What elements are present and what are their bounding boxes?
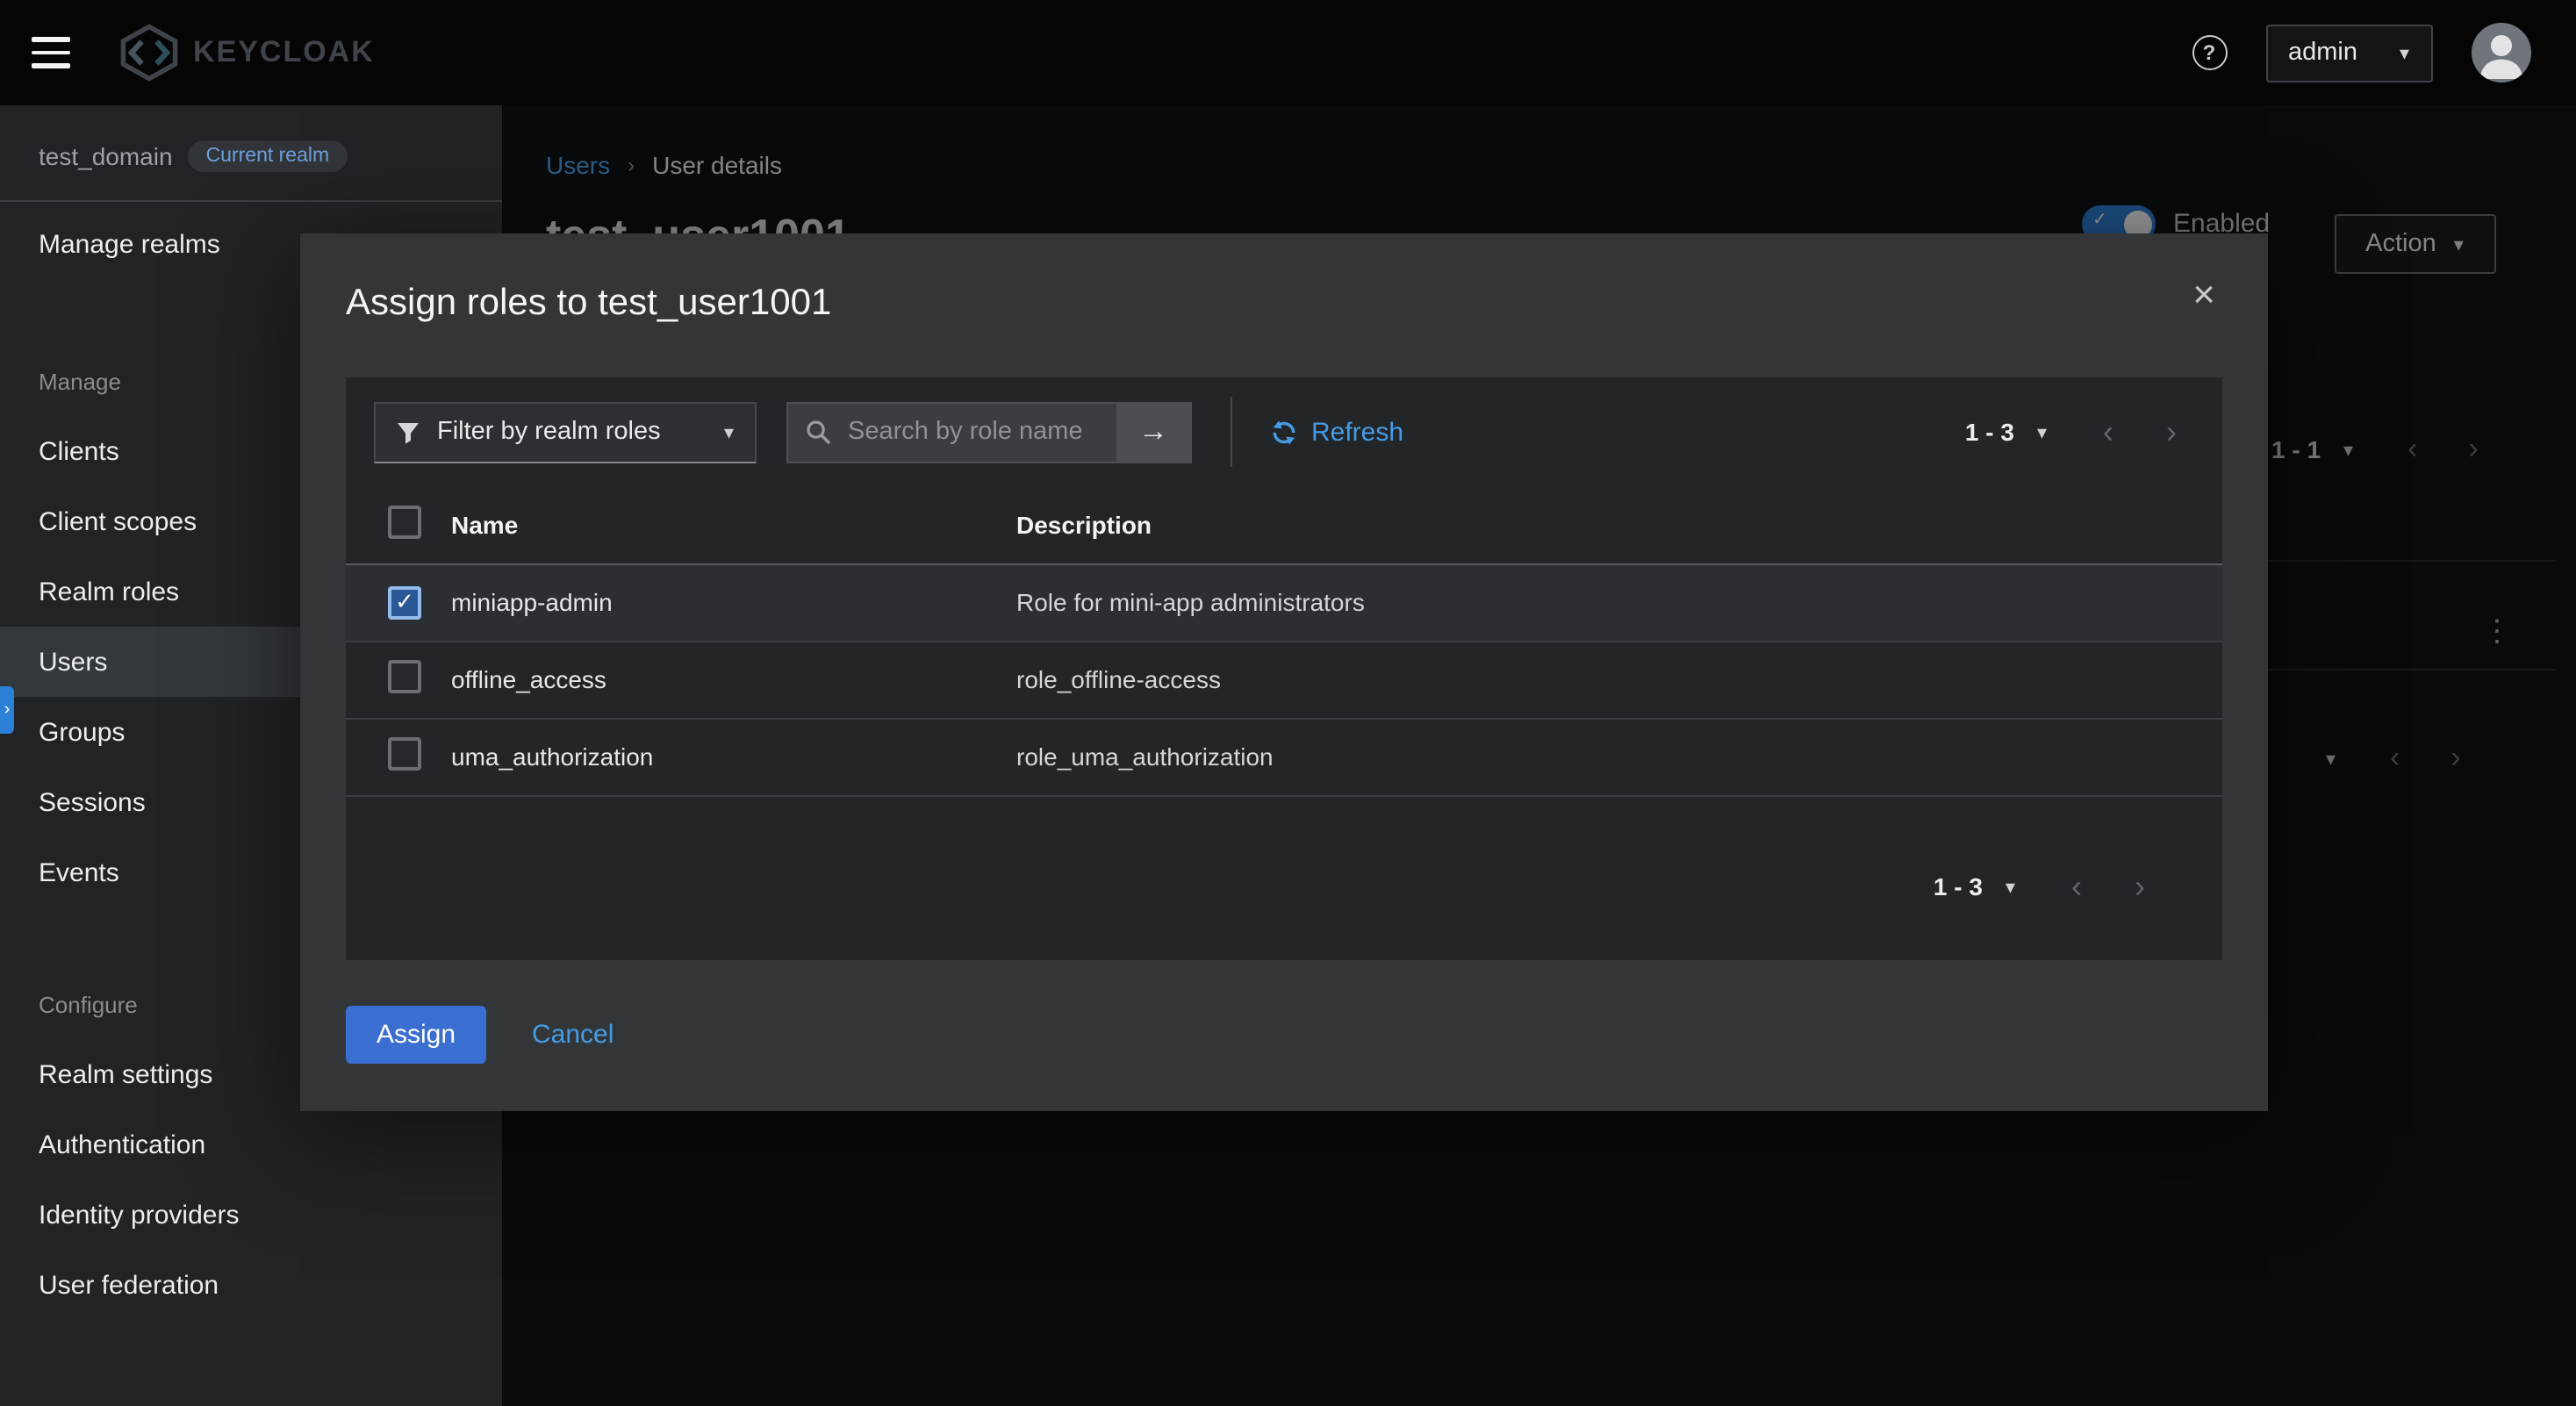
role-checkbox[interactable]: ✓	[388, 585, 421, 619]
chevron-left-icon: ‹	[2103, 413, 2113, 448]
role-description: Role for mini-app administrators	[1016, 563, 2222, 641]
header-left: KEYCLOAK	[32, 23, 375, 82]
modal-footer: Assign Cancel	[346, 1006, 2222, 1064]
chevron-down-icon: ▾	[2006, 877, 2015, 898]
filter-icon	[397, 420, 420, 443]
chevron-right-icon: ›	[2135, 868, 2145, 903]
roles-panel: Filter by realm roles ▾ →	[346, 377, 2222, 960]
modal-title: Assign roles to test_user1001	[300, 233, 2268, 325]
refresh-label: Refresh	[1311, 417, 1403, 447]
search-input[interactable]	[830, 403, 1116, 461]
keycloak-logo-icon	[116, 23, 183, 82]
pagination-menu-toggle[interactable]: ▾	[2006, 875, 2015, 898]
roles-table-body: ✓ miniapp-admin Role for mini-app admini…	[346, 563, 2222, 795]
column-header-name: Name	[451, 486, 1016, 563]
keycloak-logo: KEYCLOAK	[116, 23, 375, 82]
filter-label: Filter by realm roles	[437, 418, 707, 446]
sidebar-item-authentication[interactable]: Authentication	[0, 1109, 502, 1180]
toolbar-divider	[1231, 397, 1232, 467]
chevron-down-icon: ▾	[724, 420, 734, 443]
refresh-button[interactable]: Refresh	[1271, 417, 1403, 447]
current-realm-badge: Current realm	[189, 140, 348, 172]
table-row[interactable]: uma_authorization role_uma_authorization	[346, 718, 2222, 795]
roles-toolbar: Filter by realm roles ▾ →	[346, 377, 2222, 486]
next-page-button[interactable]: ›	[2166, 413, 2177, 450]
chevron-down-icon: ▾	[2037, 422, 2047, 443]
role-name: offline_access	[451, 641, 1016, 718]
role-name: uma_authorization	[451, 718, 1016, 795]
roles-table: Name Description ✓ miniapp-admin Role fo…	[346, 486, 2222, 796]
refresh-icon	[1271, 419, 1297, 445]
search-icon	[806, 420, 830, 444]
search-group: →	[786, 401, 1192, 463]
header-right: ? admin ▾	[2192, 23, 2530, 82]
pagination-bottom: 1 - 3 ▾ ‹ ›	[346, 813, 2222, 960]
realm-name: test_domain	[39, 142, 173, 170]
role-checkbox[interactable]	[388, 737, 421, 771]
sidebar-item-user-federation[interactable]: User federation	[0, 1250, 502, 1320]
nav-flyout-indicator[interactable]: ›	[0, 686, 14, 734]
select-all-checkbox[interactable]	[388, 506, 421, 539]
table-row[interactable]: offline_access role_offline-access	[346, 641, 2222, 718]
pagination-menu-toggle[interactable]: ▾	[2037, 420, 2047, 443]
help-icon[interactable]: ?	[2192, 35, 2227, 70]
next-page-button[interactable]: ›	[2135, 868, 2145, 905]
cancel-button[interactable]: Cancel	[532, 1020, 614, 1050]
filter-dropdown[interactable]: Filter by realm roles ▾	[374, 401, 757, 463]
arrow-right-icon: →	[1138, 414, 1168, 449]
assign-roles-modal: × Assign roles to test_user1001 Filter b…	[300, 233, 2268, 1111]
top-header: KEYCLOAK ? admin ▾	[0, 0, 2576, 105]
role-name: miniapp-admin	[451, 563, 1016, 641]
chevron-right-icon: ›	[2166, 413, 2177, 448]
role-description: role_offline-access	[1016, 641, 2222, 718]
app: KEYCLOAK ? admin ▾ test_domain Current r…	[0, 0, 2576, 1406]
table-header-row: Name Description	[346, 486, 2222, 563]
realm-switcher[interactable]: test_domain Current realm	[0, 105, 502, 202]
user-menu-dropdown[interactable]: admin ▾	[2265, 24, 2432, 82]
search-submit-button[interactable]: →	[1116, 403, 1190, 461]
chevron-left-icon: ‹	[2071, 868, 2082, 903]
sidebar-item-identity-providers[interactable]: Identity providers	[0, 1180, 502, 1250]
pagination-range: 1 - 3	[1965, 418, 2014, 446]
assign-button[interactable]: Assign	[346, 1006, 486, 1064]
nav-toggle-button[interactable]	[32, 37, 74, 68]
table-row[interactable]: ✓ miniapp-admin Role for mini-app admini…	[346, 563, 2222, 641]
pagination-range: 1 - 3	[1934, 872, 1983, 900]
column-header-description: Description	[1016, 486, 2222, 563]
prev-page-button[interactable]: ‹	[2103, 413, 2113, 450]
close-icon[interactable]: ×	[2192, 276, 2215, 314]
user-menu-label: admin	[2288, 39, 2357, 67]
brand-wordmark: KEYCLOAK	[193, 35, 375, 70]
pagination-top: 1 - 3 ▾ ‹ ›	[1965, 413, 2194, 450]
avatar[interactable]	[2471, 23, 2530, 82]
prev-page-button[interactable]: ‹	[2071, 868, 2082, 905]
chevron-right-icon: ›	[4, 700, 11, 720]
role-description: role_uma_authorization	[1016, 718, 2222, 795]
help-glyph: ?	[2203, 40, 2216, 65]
role-checkbox[interactable]	[388, 660, 421, 693]
chevron-down-icon: ▾	[2400, 41, 2409, 64]
user-avatar-icon	[2471, 23, 2530, 82]
